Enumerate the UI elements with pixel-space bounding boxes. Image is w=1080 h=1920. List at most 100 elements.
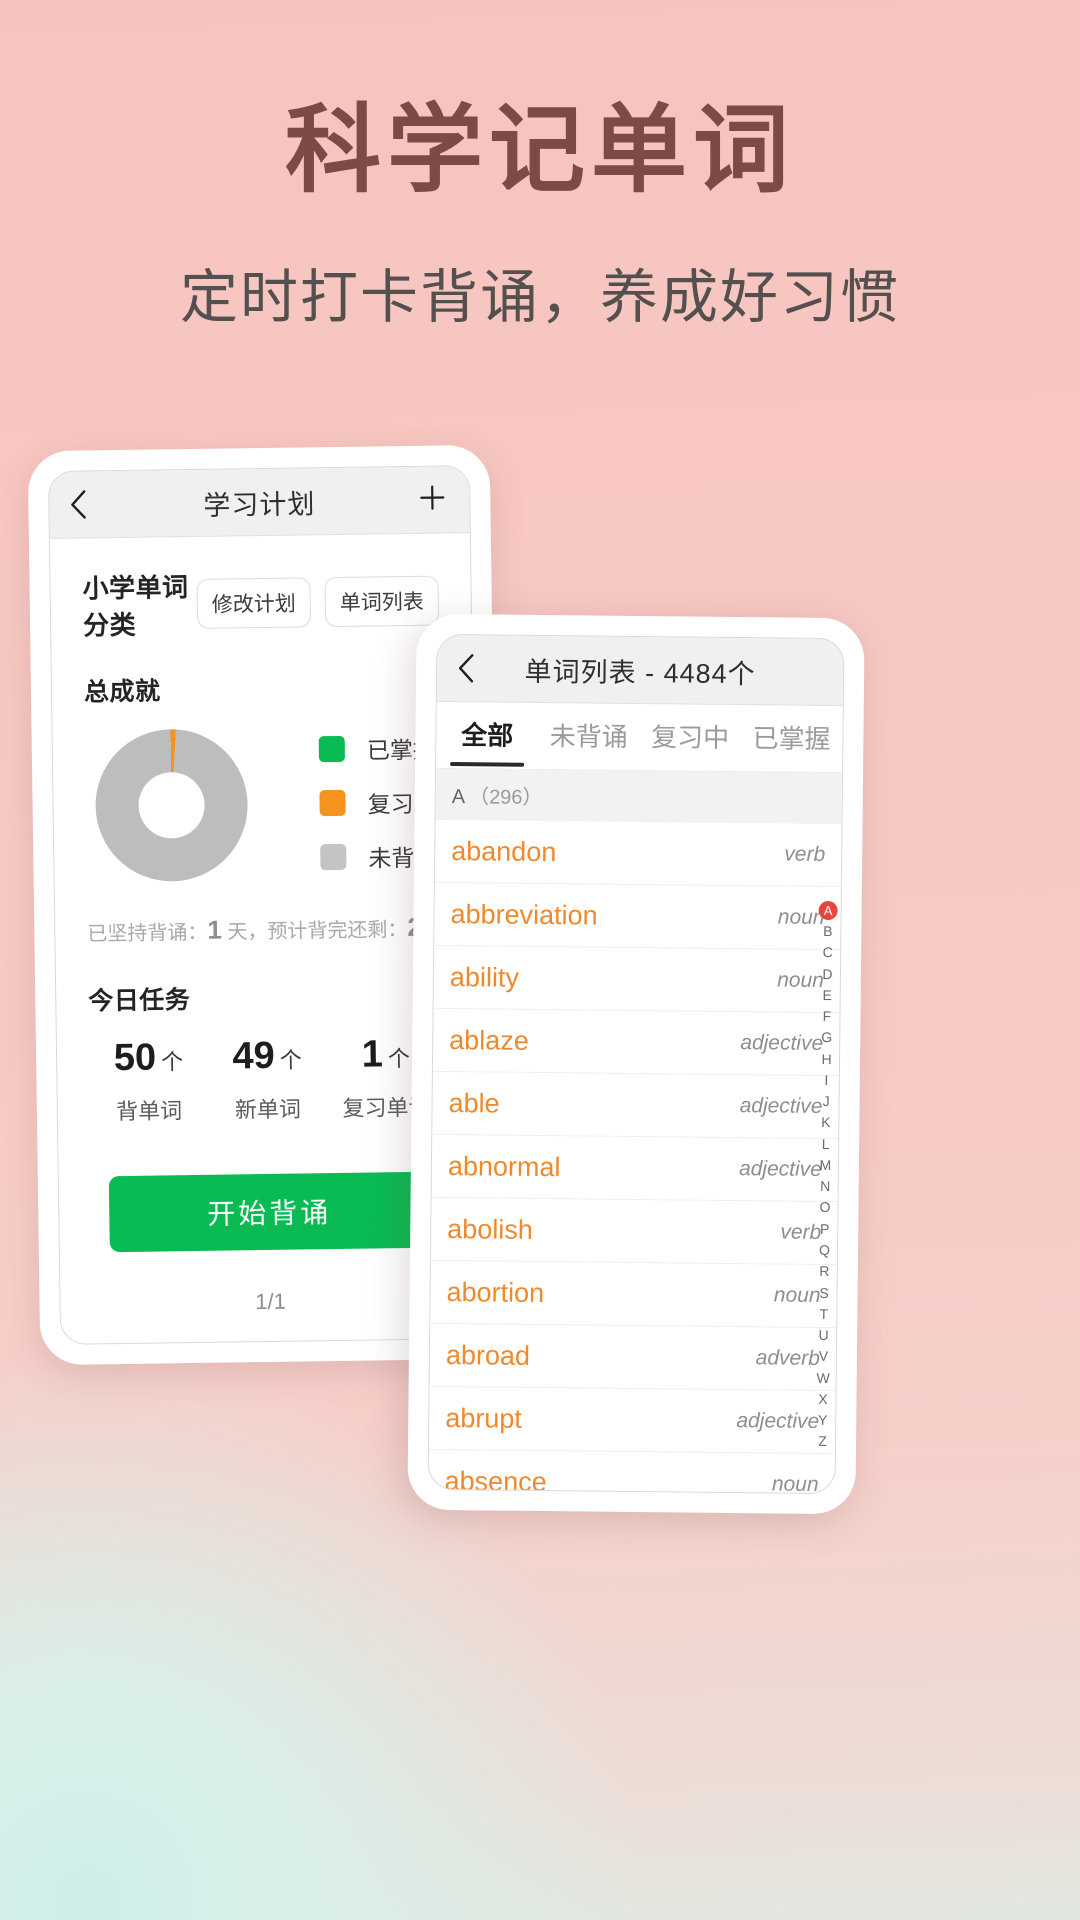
stat-unit-1: 个	[279, 1047, 302, 1073]
stat-number-0: 50	[113, 1036, 157, 1080]
stat-label-1: 新单词	[234, 1096, 302, 1123]
study-plan-card: 小学单词分类 修改计划 单词列表 总成就 已掌握： 0	[58, 543, 482, 1257]
alphabet-index-item[interactable]: K	[821, 1112, 831, 1133]
back-button[interactable]	[49, 471, 108, 538]
word-text: abolish	[447, 1213, 533, 1245]
alphabet-index-item[interactable]: Z	[818, 1431, 827, 1452]
legend-swatch-unlearned	[320, 843, 347, 871]
tab-unlearned[interactable]: 未背诵	[538, 705, 640, 767]
word-filter-tabs: 全部 未背诵 复习中 已掌握	[436, 701, 843, 774]
word-text: abrupt	[445, 1402, 523, 1434]
alphabet-index-item[interactable]: R	[819, 1261, 829, 1282]
back-button-wordlist[interactable]	[437, 635, 496, 702]
word-text: abroad	[445, 1339, 531, 1371]
alphabet-index-item[interactable]: N	[820, 1176, 830, 1197]
list-item[interactable]: abbreviation noun	[434, 882, 841, 951]
alphabet-index-current[interactable]: A	[818, 900, 838, 921]
alphabet-index-item[interactable]: I	[824, 1070, 828, 1091]
word-pos: adverb	[755, 1346, 821, 1370]
word-text: absence	[444, 1465, 547, 1495]
phone2-screen: 单词列表 - 4484个 全部 未背诵 复习中 已掌握 A （296） aband…	[427, 633, 845, 1495]
persistence-text: 已坚持背诵：1 天，预计背完还剩：270 天	[87, 911, 476, 948]
alphabet-index-item[interactable]: T	[819, 1304, 829, 1325]
poster-canvas: 科学记单词 定时打卡背诵，养成好习惯 学习计划 小学单词分类 修改计划 单词列表…	[0, 0, 1080, 1920]
word-list-button[interactable]: 单词列表	[324, 575, 440, 628]
persist-prefix: 已坚持背诵：	[87, 921, 208, 946]
edit-plan-button[interactable]: 修改计划	[196, 577, 312, 629]
word-text: abbreviation	[450, 898, 598, 931]
today-task-title: 今日任务	[88, 986, 191, 1016]
today-task-stats: 50 个 背单词 49 个 新单词 1个 复习单词	[89, 1033, 446, 1127]
phone1-navbar: 学习计划	[48, 466, 470, 539]
alphabet-index-item[interactable]: X	[818, 1389, 828, 1410]
legend-swatch-mastered	[318, 735, 346, 763]
persist-mid: 天，预计背完还剩：	[227, 919, 408, 944]
phone-mockup-word-list: 单词列表 - 4484个 全部 未背诵 复习中 已掌握 A （296） aband…	[407, 613, 865, 1515]
plan-category-label: 小学单词分类	[82, 572, 189, 641]
word-text: abnormal	[447, 1150, 561, 1182]
list-item[interactable]: abrupt adjective	[428, 1386, 836, 1455]
list-item[interactable]: abandon verb	[434, 819, 842, 888]
plan-action-buttons: 修改计划 单词列表	[196, 575, 440, 629]
section-letter: A	[451, 786, 466, 809]
plan-header-row: 小学单词分类 修改计划 单词列表	[82, 564, 440, 643]
alphabet-index-item[interactable]: H	[821, 1049, 831, 1070]
stat-unit-0: 个	[160, 1049, 184, 1075]
phone2-navbar: 单词列表 - 4484个	[436, 634, 844, 707]
tab-reviewing[interactable]: 复习中	[639, 707, 741, 769]
alphabet-index-item[interactable]: E	[822, 985, 832, 1006]
list-item[interactable]: absence noun	[428, 1449, 835, 1495]
chevron-left-icon	[455, 651, 477, 685]
alphabet-index-item[interactable]: W	[816, 1367, 830, 1388]
word-text: ablaze	[449, 1024, 529, 1056]
page-title: 科学记单词	[285, 97, 795, 204]
stat-label-0: 背单词	[116, 1098, 183, 1125]
list-item[interactable]: abolish verb	[430, 1197, 838, 1266]
achievement-title: 总成就	[83, 677, 161, 707]
word-pos: noun	[771, 1472, 819, 1495]
list-item[interactable]: abortion noun	[430, 1260, 837, 1329]
persist-days: 1	[207, 914, 223, 945]
chevron-left-icon	[67, 487, 89, 521]
achievement-chart-area: 已掌握： 0 复习中： 50 未背诵： 443	[85, 726, 482, 883]
word-pos: adjective	[739, 1094, 823, 1118]
alphabet-index-item[interactable]: M	[819, 1155, 832, 1176]
alphabet-index-item[interactable]: D	[822, 963, 832, 984]
section-count: （296）	[469, 786, 543, 810]
alphabet-index-item[interactable]: U	[818, 1325, 829, 1346]
word-pos: verb	[784, 842, 826, 866]
alphabet-index-item[interactable]: O	[819, 1197, 830, 1218]
list-item[interactable]: ability noun	[433, 945, 841, 1014]
tab-mastered[interactable]: 已掌握	[741, 708, 843, 770]
alphabet-index-item[interactable]: Y	[818, 1410, 828, 1431]
stat-number-1: 49	[232, 1034, 276, 1078]
stat-new-words: 49 个 新单词	[207, 1034, 327, 1125]
alphabet-index-item[interactable]: B	[823, 921, 833, 942]
word-list: abandon verb abbreviation noun ability noun…	[428, 819, 842, 1495]
list-item[interactable]: abnormal adjective	[431, 1134, 839, 1203]
word-text: abortion	[446, 1276, 545, 1308]
list-item[interactable]: ablaze adjective	[432, 1008, 840, 1077]
start-study-button[interactable]: 开始背诵	[108, 1171, 430, 1253]
word-text: able	[448, 1087, 500, 1119]
section-header-a: A （296）	[435, 768, 843, 825]
stat-unit-2: 个	[387, 1045, 411, 1072]
alphabet-index-item[interactable]: J	[823, 1091, 830, 1112]
alphabet-index-item[interactable]: Q	[819, 1240, 830, 1261]
alphabet-index-item[interactable]: C	[823, 942, 833, 963]
alphabet-index-item[interactable]: L	[822, 1134, 830, 1155]
add-plan-button[interactable]	[403, 466, 462, 533]
page-subtitle: 定时打卡背诵，养成好习惯	[179, 265, 900, 331]
alphabet-index-item[interactable]: F	[823, 1006, 832, 1027]
alphabet-index-item[interactable]: S	[819, 1282, 829, 1303]
alphabet-index-item[interactable]: V	[819, 1346, 829, 1367]
stat-review-words: 50 个 背单词	[89, 1036, 209, 1127]
word-pos: adjective	[740, 1031, 824, 1055]
list-item[interactable]: able adjective	[432, 1071, 839, 1140]
word-pos: adjective	[736, 1409, 820, 1433]
list-item[interactable]: abroad adverb	[429, 1323, 837, 1392]
tab-all[interactable]: 全部	[436, 704, 538, 766]
phone2-nav-title: 单词列表 - 4484个	[524, 656, 756, 689]
alphabet-index-item[interactable]: G	[821, 1027, 832, 1048]
alphabet-index-item[interactable]: P	[820, 1219, 830, 1240]
